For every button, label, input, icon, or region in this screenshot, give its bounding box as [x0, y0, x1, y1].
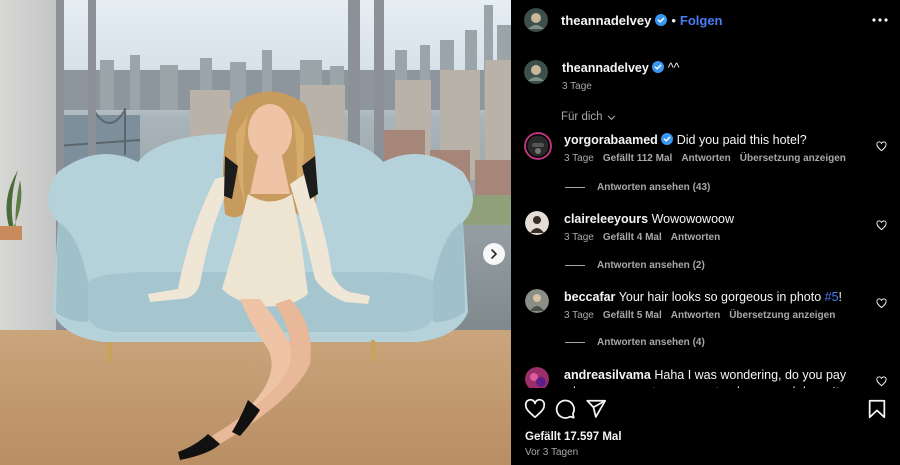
sort-label: Für dich: [561, 111, 603, 123]
share-icon[interactable]: [585, 398, 607, 420]
caption-time: 3 Tage: [562, 81, 592, 92]
post-details-panel: theannadelvey • Folgen theannadelvey ^^ …: [511, 0, 900, 465]
caption-username[interactable]: theannadelvey: [562, 61, 649, 75]
reply-button[interactable]: Antworten: [671, 232, 720, 243]
comment-likes[interactable]: Gefällt 112 Mal: [603, 153, 672, 164]
next-image-button[interactable]: [483, 243, 505, 265]
translate-button[interactable]: Übersetzung anzeigen: [729, 310, 835, 321]
replies-line: [565, 187, 585, 188]
view-replies-button[interactable]: Antworten ansehen (43): [565, 182, 710, 193]
caption: theannadelvey ^^ 3 Tage: [524, 60, 890, 92]
comment-text: Wowowowoow: [651, 212, 735, 226]
comment-sort-dropdown[interactable]: Für dich: [561, 111, 616, 123]
avatar[interactable]: [524, 60, 548, 84]
comment-likes[interactable]: Gefällt 4 Mal: [603, 232, 662, 243]
view-replies-label: Antworten ansehen (2): [597, 260, 705, 271]
comment-text: Your hair looks so gorgeous in photo #5!: [618, 290, 843, 304]
avatar[interactable]: [524, 8, 548, 32]
chevron-right-icon: [491, 249, 497, 259]
caption-text: ^^: [667, 61, 680, 75]
comment-text: Did you paid this hotel?: [676, 133, 807, 147]
post-date[interactable]: Vor 3 Tagen: [525, 447, 578, 458]
post-image[interactable]: [0, 0, 511, 465]
comment-username[interactable]: andreasilvama: [564, 368, 651, 382]
more-horizontal-icon[interactable]: [870, 10, 890, 30]
view-replies-button[interactable]: Antworten ansehen (4): [565, 337, 705, 348]
view-replies-label: Antworten ansehen (4): [597, 337, 705, 348]
heart-icon[interactable]: [876, 220, 887, 231]
bookmark-icon[interactable]: [866, 398, 888, 420]
comment-item: yorgorabaamed Did you paid this hotel? 3…: [524, 132, 890, 164]
replies-line: [565, 265, 585, 266]
avatar[interactable]: [525, 289, 549, 313]
verified-badge-icon: [655, 14, 668, 26]
view-replies-label: Antworten ansehen (43): [597, 182, 711, 193]
comment-username[interactable]: claireleeyours: [564, 212, 648, 226]
photo-link[interactable]: #5: [825, 290, 839, 304]
view-replies-button[interactable]: Antworten ansehen (2): [565, 260, 705, 271]
avatar[interactable]: [525, 367, 549, 388]
comment-username[interactable]: yorgorabaamed: [564, 133, 658, 147]
plant-decoration: [0, 170, 22, 240]
translate-button[interactable]: Übersetzung anzeigen: [740, 153, 846, 164]
comment-item: andreasilvama Haha I was wondering, do y…: [524, 367, 890, 388]
avatar[interactable]: [524, 132, 552, 160]
likes-count[interactable]: Gefällt 17.597 Mal: [525, 431, 622, 443]
verified-badge-icon: [652, 61, 665, 73]
comment-item: beccafar Your hair looks so gorgeous in …: [524, 289, 890, 321]
comment-item: claireleeyours Wowowowoow 3 Tage Gefällt…: [524, 211, 890, 243]
chevron-down-icon: [607, 115, 615, 120]
comment-likes[interactable]: Gefällt 5 Mal: [603, 310, 662, 321]
comment-time: 3 Tage: [564, 232, 594, 243]
separator-dot: •: [671, 12, 676, 28]
heart-icon[interactable]: [524, 398, 546, 420]
comment-time: 3 Tage: [564, 310, 594, 321]
comments-section: theannadelvey ^^ 3 Tage Für dich yorgora…: [524, 52, 890, 388]
heart-icon[interactable]: [876, 141, 887, 152]
comment-icon[interactable]: [554, 398, 576, 420]
reply-button[interactable]: Antworten: [681, 153, 730, 164]
heart-icon[interactable]: [876, 376, 887, 387]
comment-time: 3 Tage: [564, 153, 594, 164]
reply-button[interactable]: Antworten: [671, 310, 720, 321]
follow-button[interactable]: Folgen: [680, 13, 723, 28]
avatar[interactable]: [525, 211, 549, 235]
post-actions-bar: [524, 398, 890, 420]
replies-line: [565, 342, 585, 343]
comment-username[interactable]: beccafar: [564, 290, 615, 304]
heart-icon[interactable]: [876, 298, 887, 309]
verified-badge-icon: [661, 133, 674, 145]
person-figure: [140, 84, 400, 464]
post-author-username[interactable]: theannadelvey: [561, 13, 651, 28]
post-header: theannadelvey • Folgen: [524, 6, 890, 34]
